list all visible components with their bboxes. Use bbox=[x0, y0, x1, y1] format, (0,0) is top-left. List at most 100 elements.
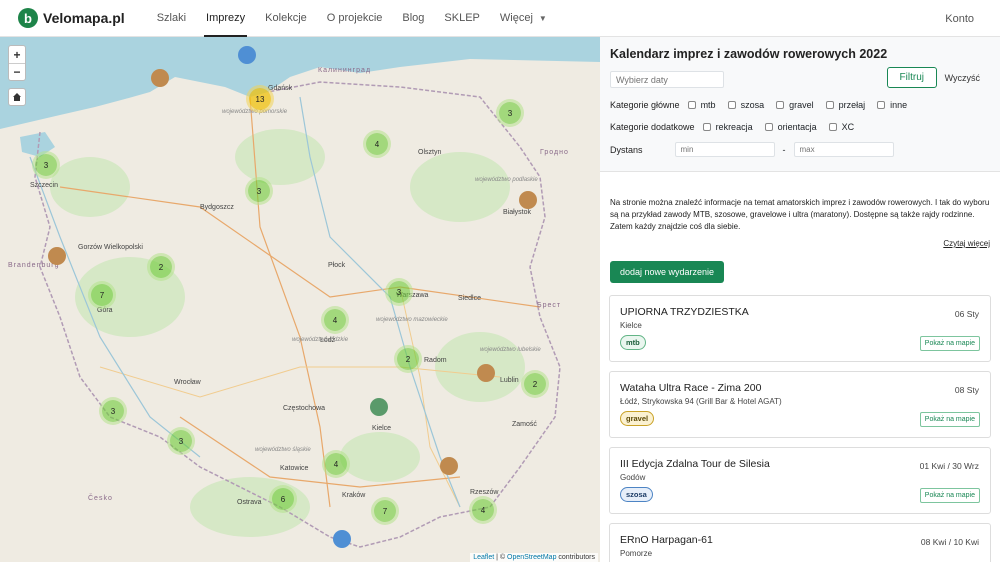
event-title: Wataha Ultra Race - Zima 200 bbox=[620, 382, 762, 394]
cluster-marker[interactable]: 3 bbox=[248, 180, 270, 202]
brand-link[interactable]: b Velomapa.pl bbox=[18, 8, 125, 28]
category-badge: szosa bbox=[620, 487, 653, 502]
map-label-kielce: Kielce bbox=[372, 425, 392, 432]
cluster-marker[interactable]: 6 bbox=[272, 488, 294, 510]
cluster-marker[interactable]: 7 bbox=[91, 284, 113, 306]
nav-item-o-projekcie[interactable]: O projekcie bbox=[317, 0, 393, 37]
event-marker[interactable] bbox=[440, 457, 458, 475]
checkbox-box[interactable] bbox=[764, 123, 773, 131]
checkbox-orientacja[interactable]: orientacja bbox=[764, 122, 817, 132]
event-card[interactable]: ERnO Harpagan-61 08 Kwi / 10 Kwi Pomorze bbox=[609, 523, 991, 562]
checkbox-mtb[interactable]: mtb bbox=[687, 100, 716, 110]
map-label-krakow: Kraków bbox=[342, 492, 366, 499]
event-marker[interactable] bbox=[333, 530, 351, 548]
extra-categories: Kategorie dodatkowe rekreacja orientacja… bbox=[610, 122, 990, 132]
checkbox-xc[interactable]: XC bbox=[828, 122, 855, 132]
checkbox-szosa[interactable]: szosa bbox=[727, 100, 764, 110]
event-place: Godów bbox=[620, 473, 646, 482]
checkbox-box[interactable] bbox=[687, 101, 696, 109]
cluster-marker[interactable]: 4 bbox=[325, 453, 347, 475]
map-label-brest: Брест bbox=[537, 302, 562, 309]
event-place: Pomorze bbox=[620, 549, 653, 558]
date-range-input[interactable] bbox=[610, 71, 724, 88]
cluster-marker[interactable]: 2 bbox=[397, 348, 419, 370]
checkbox-box[interactable] bbox=[877, 101, 886, 109]
event-date: 06 Sty bbox=[954, 309, 979, 319]
distance-min-input[interactable] bbox=[674, 142, 775, 157]
map-label-bydgoszcz: Bydgoszcz bbox=[200, 204, 234, 211]
event-card[interactable]: III Edycja Zdalna Tour de Silesia 01 Kwi… bbox=[609, 447, 991, 514]
clear-button[interactable]: Wyczyść bbox=[945, 67, 980, 88]
cluster-marker[interactable]: 3 bbox=[499, 102, 521, 124]
filter-button[interactable]: Filtruj bbox=[886, 67, 937, 88]
checkbox-label: przełaj bbox=[838, 100, 866, 110]
map-label-radom: Radom bbox=[424, 357, 447, 364]
add-event-button[interactable]: dodaj nowe wydarzenie bbox=[610, 261, 725, 283]
distance-label: Dystans bbox=[610, 144, 643, 155]
cluster-marker[interactable]: 4 bbox=[472, 499, 494, 521]
cluster-marker[interactable]: 7 bbox=[374, 500, 396, 522]
event-card[interactable]: Wataha Ultra Race - Zima 200 08 Sty Łódź… bbox=[609, 371, 991, 438]
checkbox-box[interactable] bbox=[727, 101, 736, 109]
events-panel: Kalendarz imprez i zawodów rowerowych 20… bbox=[600, 37, 1000, 562]
event-marker[interactable] bbox=[238, 46, 256, 64]
checkbox-label: orientacja bbox=[777, 122, 817, 132]
cluster-marker[interactable]: 2 bbox=[524, 373, 546, 395]
checkbox-przelaj[interactable]: przełaj bbox=[825, 100, 866, 110]
event-list: UPIORNA TRZYDZIESTKA 06 Sty Kielce mtb P… bbox=[600, 295, 1000, 562]
nav-item-szlaki[interactable]: Szlaki bbox=[147, 0, 196, 37]
distance-filter: Dystans - bbox=[610, 142, 990, 157]
checkbox-box[interactable] bbox=[702, 123, 711, 131]
checkbox-rekreacja[interactable]: rekreacja bbox=[702, 122, 753, 132]
osm-link[interactable]: OpenStreetMap bbox=[507, 554, 556, 561]
leaflet-link[interactable]: Leaflet bbox=[473, 554, 494, 561]
home-button[interactable] bbox=[8, 88, 26, 106]
map-label-katowice: Katowice bbox=[280, 465, 309, 472]
cluster-marker[interactable]: 3 bbox=[388, 281, 410, 303]
show-on-map-button[interactable]: Pokaż na mapie bbox=[919, 412, 980, 427]
event-card[interactable]: UPIORNA TRZYDZIESTKA 06 Sty Kielce mtb P… bbox=[609, 295, 991, 362]
map-label-wroclaw: Wrocław bbox=[174, 379, 201, 386]
checkbox-box[interactable] bbox=[776, 101, 785, 109]
chevron-down-icon: ▼ bbox=[538, 13, 547, 23]
show-on-map-button[interactable]: Pokaż na mapie bbox=[919, 336, 980, 351]
nav-item-sklep[interactable]: SKLEP bbox=[434, 0, 489, 37]
home-icon bbox=[13, 93, 21, 101]
checkbox-box[interactable] bbox=[825, 101, 834, 109]
cluster-marker[interactable]: 3 bbox=[170, 430, 192, 452]
cluster-marker[interactable]: 4 bbox=[366, 133, 388, 155]
checkbox-gravel[interactable]: gravel bbox=[776, 100, 814, 110]
account-menu[interactable]: Konto bbox=[945, 0, 974, 37]
checkbox-box[interactable] bbox=[828, 123, 837, 131]
attribution-separator: | © bbox=[494, 554, 508, 561]
distance-max-input[interactable] bbox=[793, 142, 894, 157]
read-more-link[interactable]: Czytaj więcej bbox=[600, 233, 1000, 248]
cluster-marker[interactable]: 2 bbox=[150, 256, 172, 278]
event-title: UPIORNA TRZYDZIESTKA bbox=[620, 306, 749, 318]
event-marker[interactable] bbox=[48, 247, 66, 265]
event-marker[interactable] bbox=[151, 69, 169, 87]
checkbox-label: XC bbox=[841, 122, 855, 132]
show-on-map-button[interactable]: Pokaż na mapie bbox=[919, 488, 980, 503]
cluster-marker[interactable]: 3 bbox=[102, 400, 124, 422]
zoom-control: + − bbox=[8, 45, 26, 81]
checkbox-label: mtb bbox=[700, 100, 716, 110]
checkbox-inne[interactable]: inne bbox=[877, 100, 907, 110]
main-categories: Kategorie główne mtb szosa gravel przeła… bbox=[610, 100, 990, 110]
event-marker[interactable] bbox=[519, 191, 537, 209]
nav-item-imprezy[interactable]: Imprezy bbox=[196, 0, 255, 37]
nav-item-kolekcje[interactable]: Kolekcje bbox=[255, 0, 317, 37]
main-categories-label: Kategorie główne bbox=[610, 100, 680, 110]
cluster-marker[interactable]: 4 bbox=[324, 309, 346, 331]
map-label-gora: Góra bbox=[97, 307, 113, 314]
nav-item-blog[interactable]: Blog bbox=[392, 0, 434, 37]
events-map[interactable]: Gdańsk Калининград Szczecin Bydgoszcz Гр… bbox=[0, 37, 600, 562]
event-marker[interactable] bbox=[370, 398, 388, 416]
nav-item-wiecej[interactable]: Więcej ▼ bbox=[490, 0, 557, 37]
map-label-slaskie: województwo śląskie bbox=[255, 447, 311, 453]
zoom-in-button[interactable]: + bbox=[9, 46, 25, 63]
cluster-marker[interactable]: 13 bbox=[249, 88, 271, 110]
event-marker[interactable] bbox=[477, 364, 495, 382]
zoom-out-button[interactable]: − bbox=[9, 63, 25, 80]
cluster-marker[interactable]: 3 bbox=[35, 154, 57, 176]
